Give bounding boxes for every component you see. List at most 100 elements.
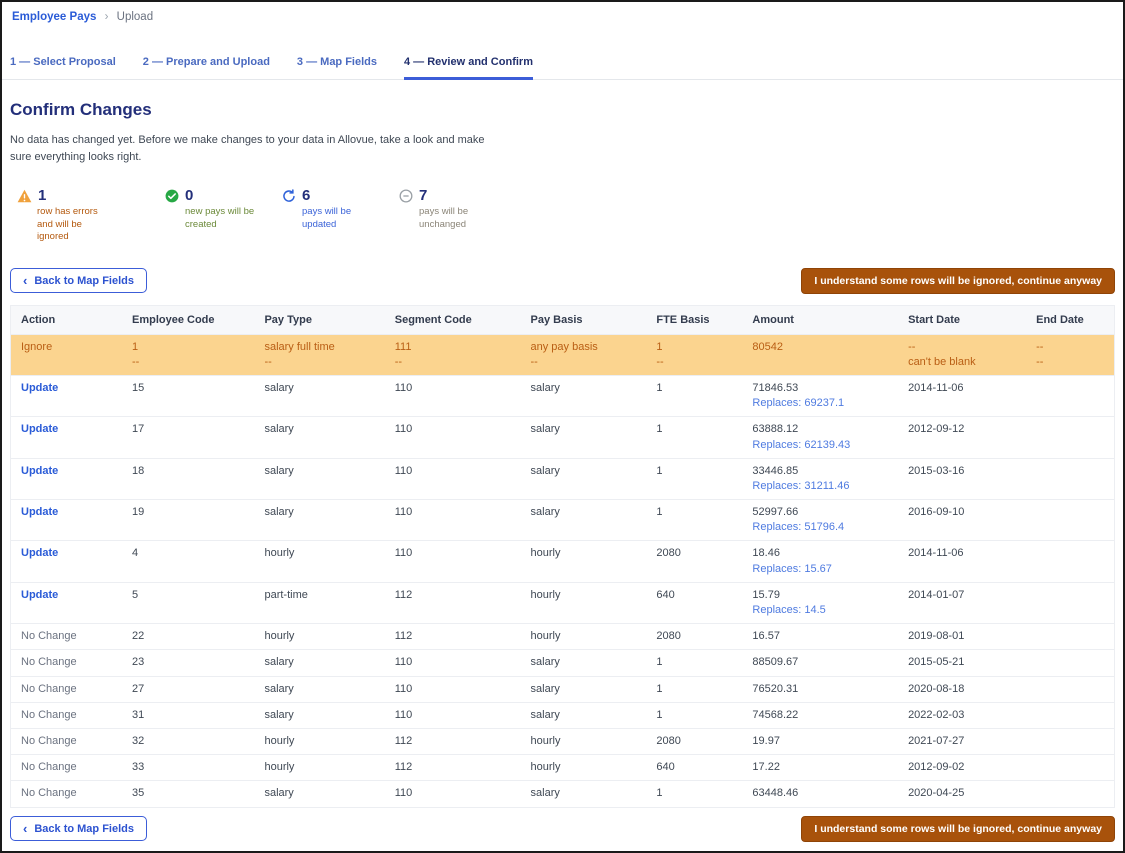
table-cell: 19 bbox=[122, 500, 254, 541]
table-cell bbox=[1026, 781, 1114, 807]
table-cell: 32 bbox=[122, 728, 254, 754]
stat-errors: 1 row has errors and will be ignored bbox=[17, 187, 165, 244]
back-to-map-fields-button-bottom[interactable]: ‹ Back to Map Fields bbox=[10, 816, 147, 841]
table-cell: 16.57 bbox=[742, 624, 898, 650]
continue-anyway-button[interactable]: I understand some rows will be ignored, … bbox=[801, 268, 1115, 294]
row-action-label: No Change bbox=[21, 683, 77, 695]
table-cell bbox=[1026, 624, 1114, 650]
table-cell bbox=[1026, 500, 1114, 541]
table-cell bbox=[1026, 676, 1114, 702]
continue-anyway-button-bottom[interactable]: I understand some rows will be ignored, … bbox=[801, 816, 1115, 842]
table-cell: salary bbox=[521, 500, 647, 541]
table-cell: 112 bbox=[385, 755, 521, 781]
table-row: No Change22hourly112hourly208016.572019-… bbox=[11, 624, 1115, 650]
action-cell: No Change bbox=[11, 755, 123, 781]
table-cell: hourly bbox=[254, 755, 384, 781]
table-cell: salary bbox=[521, 375, 647, 416]
table-cell: 19.97 bbox=[742, 728, 898, 754]
action-cell: No Change bbox=[11, 728, 123, 754]
table-cell: 76520.31 bbox=[742, 676, 898, 702]
step-select-proposal[interactable]: 1 — Select Proposal bbox=[10, 56, 116, 80]
table-cell: 63448.46 bbox=[742, 781, 898, 807]
table-cell: 80542 bbox=[742, 334, 898, 375]
row-action-label: No Change bbox=[21, 761, 77, 773]
table-cell: hourly bbox=[521, 582, 647, 623]
column-header: Employee Code bbox=[122, 305, 254, 334]
table-cell: 33 bbox=[122, 755, 254, 781]
table-cell: 110 bbox=[385, 375, 521, 416]
table-cell: 4 bbox=[122, 541, 254, 582]
breadcrumb-separator-icon: › bbox=[105, 11, 109, 23]
stat-caption: pays will be unchanged bbox=[399, 206, 491, 231]
table-cell: any pay basis-- bbox=[521, 334, 647, 375]
table-cell: 1 bbox=[646, 650, 742, 676]
table-cell bbox=[1026, 417, 1114, 458]
table-cell: 1 bbox=[646, 500, 742, 541]
stat-caption: pays will be updated bbox=[282, 206, 374, 231]
action-cell: Update bbox=[11, 500, 123, 541]
action-cell: Ignore bbox=[11, 334, 123, 375]
column-header: Pay Type bbox=[254, 305, 384, 334]
table-cell: 112 bbox=[385, 582, 521, 623]
table-cell: 63888.12Replaces: 62139.43 bbox=[742, 417, 898, 458]
table-cell: 17.22 bbox=[742, 755, 898, 781]
table-cell: hourly bbox=[254, 728, 384, 754]
table-cell: 27 bbox=[122, 676, 254, 702]
table-cell: salary bbox=[521, 781, 647, 807]
chevron-left-icon: ‹ bbox=[23, 822, 27, 835]
table-cell: salary bbox=[254, 417, 384, 458]
breadcrumb-employee-pays[interactable]: Employee Pays bbox=[12, 11, 96, 23]
table-cell: 2020-04-25 bbox=[898, 781, 1026, 807]
table-cell: 74568.22 bbox=[742, 702, 898, 728]
table-cell: 2021-07-27 bbox=[898, 728, 1026, 754]
table-cell: 110 bbox=[385, 541, 521, 582]
table-row: No Change23salary110salary188509.672015-… bbox=[11, 650, 1115, 676]
table-body: Ignore1--salary full time--111--any pay … bbox=[11, 334, 1115, 807]
table-cell: 1 bbox=[646, 417, 742, 458]
upload-review-page: Employee Pays › Upload 1 — Select Propos… bbox=[0, 0, 1125, 853]
table-cell: 2080 bbox=[646, 728, 742, 754]
action-cell: Update bbox=[11, 458, 123, 499]
table-cell: 2014-11-06 bbox=[898, 541, 1026, 582]
table-cell: 18.46Replaces: 15.67 bbox=[742, 541, 898, 582]
step-map-fields[interactable]: 3 — Map Fields bbox=[297, 56, 377, 80]
back-button-label: Back to Map Fields bbox=[34, 823, 134, 835]
table-cell: 2080 bbox=[646, 541, 742, 582]
table-cell: salary bbox=[254, 702, 384, 728]
table-cell: hourly bbox=[521, 541, 647, 582]
table-cell: hourly bbox=[254, 624, 384, 650]
table-cell: 31 bbox=[122, 702, 254, 728]
table-cell bbox=[1026, 458, 1114, 499]
table-cell: --can't be blank bbox=[898, 334, 1026, 375]
table-cell: 2014-01-07 bbox=[898, 582, 1026, 623]
action-cell: Update bbox=[11, 541, 123, 582]
row-action-label: Update bbox=[21, 465, 58, 477]
back-to-map-fields-button[interactable]: ‹ Back to Map Fields bbox=[10, 268, 147, 293]
review-table: ActionEmployee CodePay TypeSegment CodeP… bbox=[10, 305, 1115, 808]
table-cell: 110 bbox=[385, 781, 521, 807]
summary-stats: 1 row has errors and will be ignored 0 n… bbox=[17, 187, 1123, 244]
row-action-label: Update bbox=[21, 506, 58, 518]
table-cell: 17 bbox=[122, 417, 254, 458]
table-row: No Change31salary110salary174568.222022-… bbox=[11, 702, 1115, 728]
table-cell: 2080 bbox=[646, 624, 742, 650]
table-cell: 110 bbox=[385, 650, 521, 676]
column-header: Pay Basis bbox=[521, 305, 647, 334]
row-action-label: No Change bbox=[21, 656, 77, 668]
table-cell: salary bbox=[254, 458, 384, 499]
back-button-label: Back to Map Fields bbox=[34, 275, 134, 287]
table-cell: 2022-02-03 bbox=[898, 702, 1026, 728]
wizard-steps: 1 — Select Proposal 2 — Prepare and Uplo… bbox=[2, 56, 1123, 80]
table-cell: 640 bbox=[646, 582, 742, 623]
row-action-label: Update bbox=[21, 423, 58, 435]
action-cell: No Change bbox=[11, 624, 123, 650]
row-action-label: Update bbox=[21, 547, 58, 559]
table-cell bbox=[1026, 541, 1114, 582]
table-row: Update4hourly110hourly208018.46Replaces:… bbox=[11, 541, 1115, 582]
sync-icon bbox=[282, 189, 296, 203]
action-cell: No Change bbox=[11, 781, 123, 807]
minus-circle-icon bbox=[399, 189, 413, 203]
step-prepare-and-upload[interactable]: 2 — Prepare and Upload bbox=[143, 56, 270, 80]
step-review-and-confirm[interactable]: 4 — Review and Confirm bbox=[404, 56, 533, 80]
table-cell: 52997.66Replaces: 51796.4 bbox=[742, 500, 898, 541]
